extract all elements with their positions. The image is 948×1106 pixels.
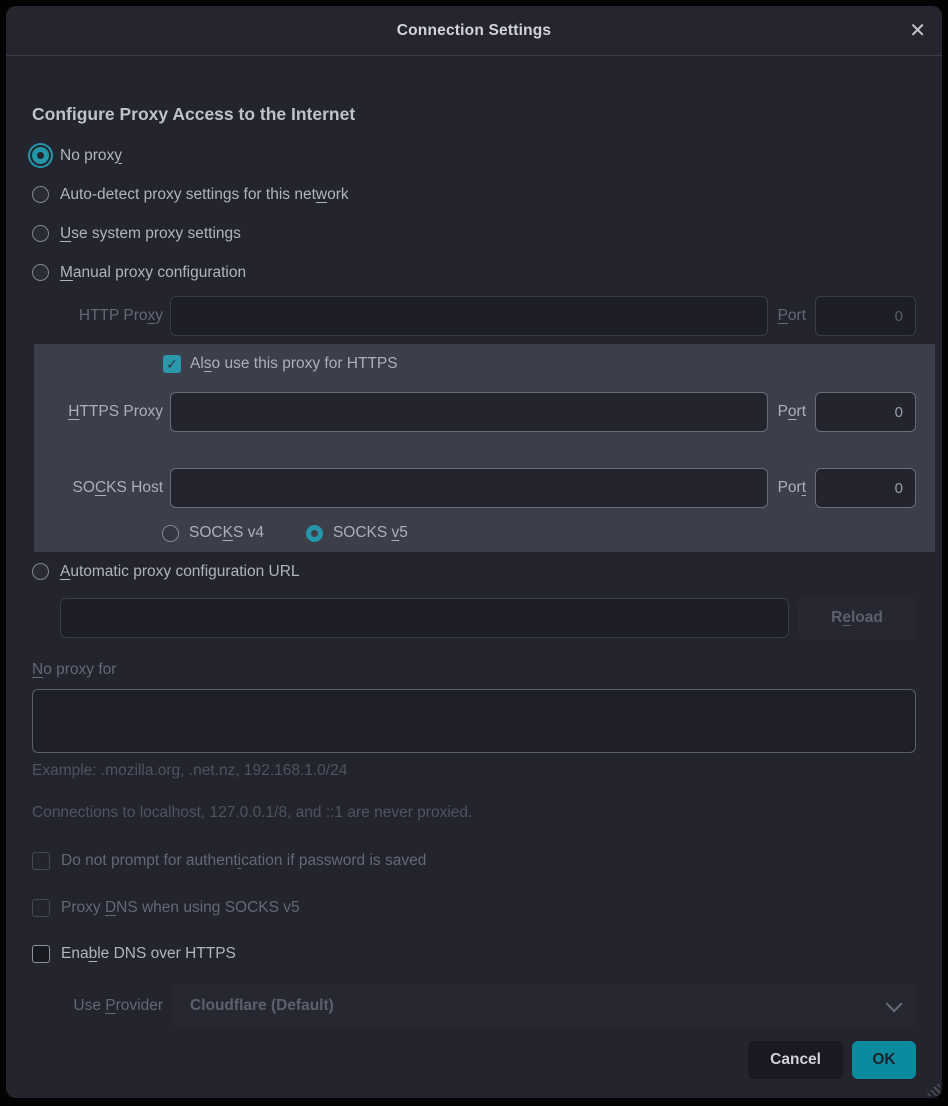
dialog-footer: Cancel OK [32,1041,916,1079]
dialog-titlebar: Connection Settings ✕ [6,6,942,56]
radio-label: Automatic proxy configuration URL [60,563,300,581]
localhost-note: Connections to localhost, 127.0.0.1/8, a… [32,803,916,823]
socks-v4-label[interactable]: SOCKS v4 [189,524,264,542]
http-proxy-row: HTTP Proxy Port [32,295,916,337]
chevron-down-icon [886,995,903,1012]
checkbox-label: Enable DNS over HTTPS [61,945,236,963]
dialog-title: Connection Settings [397,22,552,40]
https-proxy-label: HTTPS Proxy [34,403,163,421]
http-proxy-label: HTTP Proxy [32,307,163,325]
also-use-https-checkbox-row[interactable]: ✓ Also use this proxy for HTTPS [163,352,916,376]
http-proxy-input[interactable] [170,296,768,336]
provider-dropdown[interactable]: Cloudflare (Default) [172,985,916,1027]
radio-label: Use system proxy settings [60,225,241,243]
http-port-input[interactable] [815,296,916,336]
radio-icon[interactable] [32,264,49,281]
doh-provider-row: Use Provider Cloudflare (Default) [32,985,916,1027]
page-title: Configure Proxy Access to the Internet [32,102,916,126]
radio-manual-proxy[interactable]: Manual proxy configuration [32,253,916,292]
radio-label: Auto-detect proxy settings for this netw… [60,186,349,204]
socks-host-row: SOCKS Host Port [34,467,916,509]
no-auth-prompt-checkbox-row[interactable]: Do not prompt for authentication if pass… [32,846,916,876]
https-proxy-row: HTTPS Proxy Port [34,391,916,433]
radio-auto-detect[interactable]: Auto-detect proxy settings for this netw… [32,175,916,214]
enable-doh-checkbox-row[interactable]: Enable DNS over HTTPS [32,939,916,969]
checkbox-icon[interactable] [32,852,50,870]
radio-icon[interactable] [162,525,179,542]
https-port-input[interactable] [815,392,916,432]
https-socks-highlight-section: ✓ Also use this proxy for HTTPS HTTPS Pr… [34,344,935,552]
radio-label: Manual proxy configuration [60,264,246,282]
cancel-button[interactable]: Cancel [748,1041,843,1079]
checkbox-label: Also use this proxy for HTTPS [190,355,398,373]
automatic-url-input[interactable] [60,598,789,638]
proxy-dns-checkbox-row[interactable]: Proxy DNS when using SOCKS v5 [32,893,916,923]
checkbox-icon[interactable] [32,945,50,963]
http-port-label: Port [778,307,806,325]
socks-port-label: Port [778,479,806,497]
ok-button[interactable]: OK [852,1041,916,1079]
socks-host-input[interactable] [170,468,768,508]
socks-v5-label[interactable]: SOCKS v5 [333,524,408,542]
radio-icon-selected[interactable] [32,147,49,164]
no-proxy-for-textarea[interactable] [32,689,916,753]
example-hint: Example: .mozilla.org, .net.nz, 192.168.… [32,761,916,781]
checkbox-label: Do not prompt for authentication if pass… [61,852,426,870]
radio-icon-selected[interactable] [306,525,323,542]
checkbox-icon[interactable] [32,899,50,917]
radio-label: No proxy [60,147,122,165]
automatic-url-row: Reload [60,597,916,639]
socks-port-input[interactable] [815,468,916,508]
dialog-content: Configure Proxy Access to the Internet N… [6,56,942,1098]
reload-button[interactable]: Reload [798,598,916,639]
checkbox-checked-icon[interactable]: ✓ [163,355,181,373]
connection-settings-dialog: Connection Settings ✕ Configure Proxy Ac… [6,6,942,1098]
use-provider-label: Use Provider [32,997,163,1015]
no-proxy-for-label: No proxy for [32,658,916,682]
provider-selected-value: Cloudflare (Default) [190,997,886,1015]
socks-host-label: SOCKS Host [34,479,163,497]
https-port-label: Port [778,403,806,421]
radio-icon[interactable] [32,563,49,580]
radio-automatic-proxy-url[interactable]: Automatic proxy configuration URL [32,552,916,591]
radio-use-system-proxy[interactable]: Use system proxy settings [32,214,916,253]
radio-icon[interactable] [32,186,49,203]
radio-no-proxy[interactable]: No proxy [32,136,916,175]
close-icon[interactable]: ✕ [909,21,926,41]
https-proxy-input[interactable] [170,392,768,432]
checkbox-label: Proxy DNS when using SOCKS v5 [61,899,300,917]
radio-icon[interactable] [32,225,49,242]
socks-version-row: SOCKS v4 SOCKS v5 [162,518,916,548]
